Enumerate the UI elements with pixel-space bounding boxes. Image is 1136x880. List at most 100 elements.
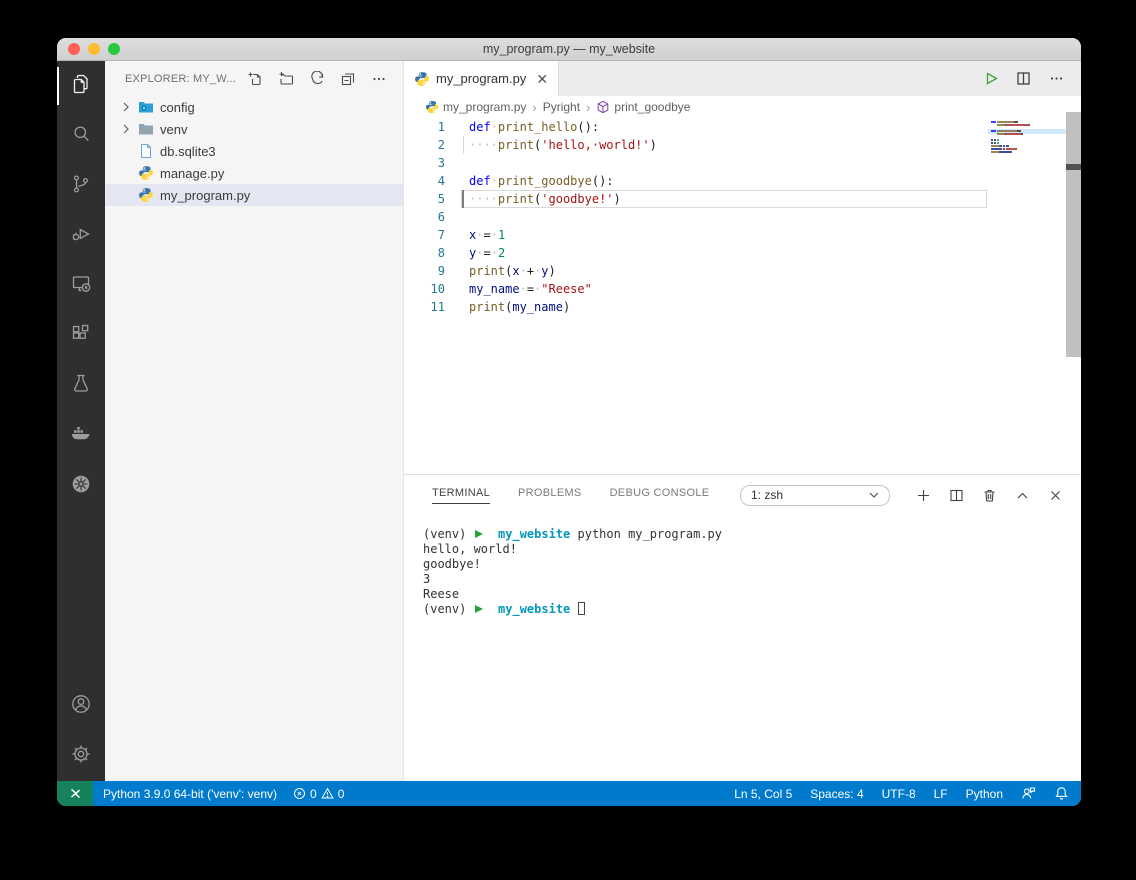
code-editor[interactable]: 1def·print_hello():2····print('hello,·wo… <box>404 118 1081 474</box>
more-editor-actions-button[interactable] <box>1048 70 1065 87</box>
line-number[interactable]: 9 <box>404 262 445 280</box>
sidebar-item-run-and-debug[interactable] <box>57 211 105 261</box>
close-panel-button[interactable] <box>1048 488 1063 503</box>
sidebar-item-testing[interactable] <box>57 361 105 411</box>
prompt-arrow-icon <box>475 530 483 538</box>
remote-indicator[interactable] <box>57 781 93 806</box>
error-icon <box>293 787 306 800</box>
file-tree-item-config[interactable]: config <box>105 96 403 118</box>
desktop-background: my_program.py — my_website <box>0 0 1136 880</box>
feedback-button[interactable] <box>1021 786 1036 801</box>
line-number[interactable]: 3 <box>404 154 445 172</box>
status-right: Ln 5, Col 5 Spaces: 4 UTF-8 LF Python <box>734 786 1081 801</box>
line-number[interactable]: 5 <box>404 190 445 208</box>
new-folder-button[interactable] <box>278 71 294 87</box>
problems-status[interactable]: 00 <box>293 787 344 801</box>
terminal-line: hello, world! <box>423 542 1081 557</box>
line-number[interactable]: 7 <box>404 226 445 244</box>
panel-tab-debug-console[interactable]: DEBUG CONSOLE <box>610 487 710 504</box>
file-name: venv <box>160 122 187 137</box>
window-title: my_program.py — my_website <box>57 42 1081 56</box>
minimap[interactable] <box>988 118 1066 474</box>
breadcrumb-item-print_goodbye[interactable]: print_goodbye <box>596 100 690 114</box>
status-indentation[interactable]: Spaces: 4 <box>810 787 863 801</box>
activity-bar-bottom <box>57 681 105 781</box>
scrollbar-thumb[interactable] <box>1066 164 1081 170</box>
title-bar[interactable]: my_program.py — my_website <box>57 38 1081 61</box>
new-file-button[interactable] <box>247 71 263 87</box>
maximize-panel-button[interactable] <box>1015 488 1030 503</box>
refresh-explorer-button[interactable] <box>309 71 325 87</box>
code-line-4: 4def·print_goodbye(): <box>404 172 1081 190</box>
explorer-actions <box>247 71 387 87</box>
sidebar-item-docker[interactable] <box>57 411 105 461</box>
editor-group: my_program.py ✕ my_program.py›Pyright›pr… <box>404 61 1081 781</box>
run-and-debug-icon <box>69 222 93 251</box>
line-number[interactable]: 2 <box>404 136 445 154</box>
chevron-right-icon <box>118 121 134 137</box>
run-python-file-button[interactable] <box>982 70 999 87</box>
testing-flask-icon <box>69 372 93 401</box>
file-icon <box>138 143 154 159</box>
panel-tab-terminal[interactable]: TERMINAL <box>432 487 490 504</box>
manage-settings-button[interactable] <box>57 731 105 781</box>
file-name: manage.py <box>160 166 224 181</box>
split-editor-button[interactable] <box>1015 70 1032 87</box>
code-line-10: 10my_name·=·"Reese" <box>404 280 1081 298</box>
status-python-interpreter[interactable]: Python 3.9.0 64-bit ('venv': venv) <box>103 787 277 801</box>
tab-my-program-py[interactable]: my_program.py ✕ <box>404 61 559 96</box>
sidebar-item-remote-explorer[interactable] <box>57 261 105 311</box>
status-encoding[interactable]: UTF-8 <box>882 787 916 801</box>
sidebar-item-search[interactable] <box>57 111 105 161</box>
terminal-output[interactable]: (venv) my_website python my_program.pyhe… <box>404 515 1081 781</box>
split-terminal-button[interactable] <box>949 488 964 503</box>
file-tree-item-db.sqlite3[interactable]: db.sqlite3 <box>105 140 403 162</box>
collapse-folders-button[interactable] <box>340 71 356 87</box>
status-language-mode[interactable]: Python <box>966 787 1003 801</box>
code-line-6: 6 <box>404 208 1081 226</box>
python-file-icon <box>414 71 430 87</box>
explorer-sidebar: EXPLORER: MY_W... configvenvdb.sqlite3ma… <box>105 61 404 781</box>
status-cursor-position[interactable]: Ln 5, Col 5 <box>734 787 792 801</box>
line-number[interactable]: 11 <box>404 298 445 316</box>
docker-whale-icon <box>69 422 93 451</box>
line-number[interactable]: 1 <box>404 118 445 136</box>
kubernetes-icon <box>69 472 93 501</box>
panel-tab-problems[interactable]: PROBLEMS <box>518 487 582 504</box>
editor-scrollbar[interactable] <box>1066 112 1081 357</box>
status-eol[interactable]: LF <box>934 787 948 801</box>
accounts-button[interactable] <box>57 681 105 731</box>
notifications-button[interactable] <box>1054 786 1069 801</box>
more-actions-button[interactable] <box>371 71 387 87</box>
close-tab-icon[interactable]: ✕ <box>536 72 548 86</box>
breadcrumb-item-my_program.py[interactable]: my_program.py <box>425 100 526 114</box>
terminal-line: Reese <box>423 587 1081 602</box>
panel-header: TERMINAL PROBLEMS DEBUG CONSOLE 1: zsh <box>404 475 1081 515</box>
line-number[interactable]: 4 <box>404 172 445 190</box>
file-tree-item-venv[interactable]: venv <box>105 118 403 140</box>
sidebar-item-kubernetes[interactable] <box>57 461 105 511</box>
activity-bar <box>57 61 105 781</box>
sidebar-item-source-control[interactable] <box>57 161 105 211</box>
line-number[interactable]: 10 <box>404 280 445 298</box>
bell-icon <box>1054 786 1069 801</box>
new-terminal-button[interactable] <box>916 488 931 503</box>
extensions-icon <box>69 322 93 351</box>
activity-bar-top <box>57 61 105 681</box>
symbol-namespace-icon <box>596 100 610 114</box>
sidebar-item-explorer[interactable] <box>57 61 105 111</box>
code-line-3: 3 <box>404 154 1081 172</box>
breadcrumb-item-Pyright[interactable]: Pyright <box>543 100 580 114</box>
code-line-2: 2····print('hello,·world!') <box>404 136 1081 154</box>
file-tree-item-my_program.py[interactable]: my_program.py <box>105 184 403 206</box>
kill-terminal-button[interactable] <box>982 488 997 503</box>
line-number[interactable]: 8 <box>404 244 445 262</box>
terminal-selector-dropdown[interactable]: 1: zsh <box>740 485 890 506</box>
file-tree-item-manage.py[interactable]: manage.py <box>105 162 403 184</box>
vscode-window: my_program.py — my_website <box>57 38 1081 806</box>
python-icon <box>138 165 154 181</box>
terminal-selector-value: 1: zsh <box>751 488 783 502</box>
line-number[interactable]: 6 <box>404 208 445 226</box>
sidebar-item-extensions[interactable] <box>57 311 105 361</box>
remote-icon <box>68 786 83 801</box>
